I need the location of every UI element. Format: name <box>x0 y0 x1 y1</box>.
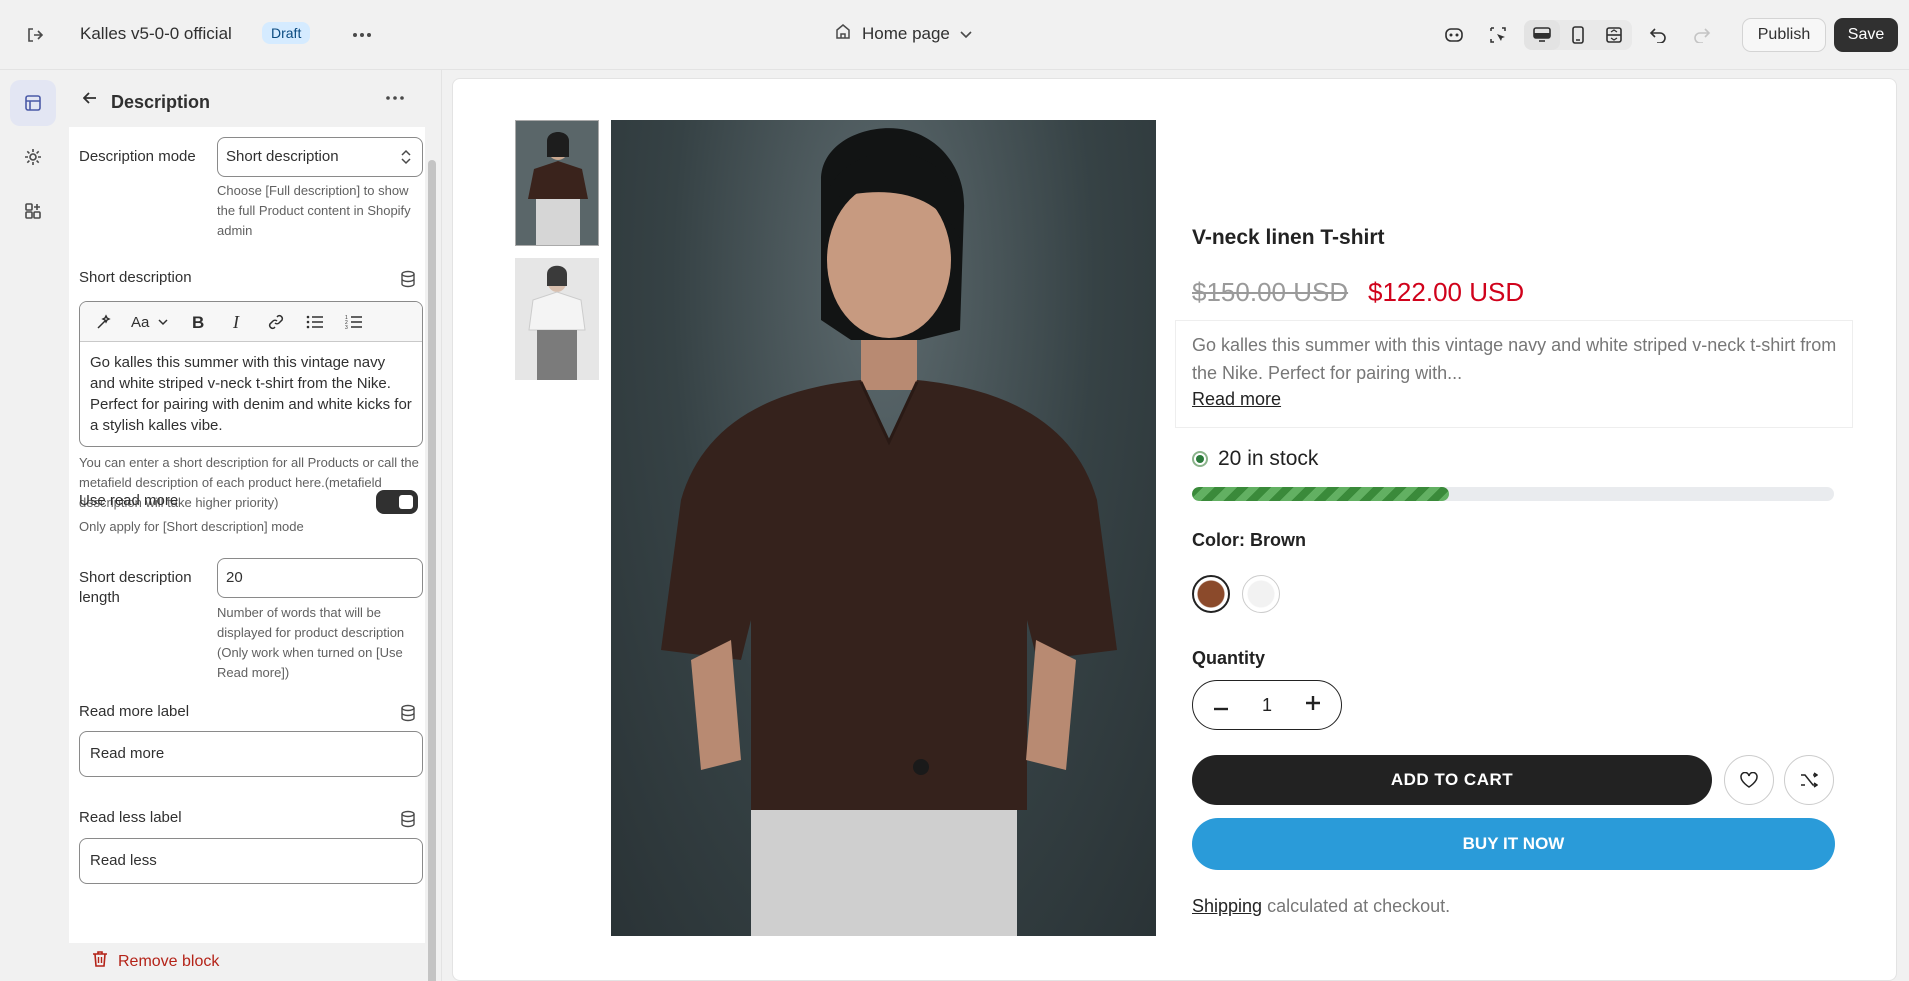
minus-icon[interactable] <box>1213 695 1229 716</box>
description-block[interactable]: Go kalles this summer with this vintage … <box>1176 321 1852 427</box>
compare-at-price: $150.00 USD <box>1192 277 1349 307</box>
plus-icon[interactable] <box>1305 695 1321 716</box>
remove-block-button[interactable]: Remove block <box>92 950 219 973</box>
text-style-icon[interactable]: Aa <box>129 308 173 336</box>
desktop-view-icon[interactable] <box>1524 20 1560 50</box>
product-thumbnail[interactable] <box>515 258 599 380</box>
back-arrow-icon[interactable] <box>78 86 102 110</box>
device-switcher <box>1524 20 1632 50</box>
color-swatch-brown[interactable] <box>1192 575 1230 613</box>
svg-text:B: B <box>192 314 204 330</box>
inspector-icon[interactable] <box>1480 20 1516 50</box>
quantity-value[interactable]: 1 <box>1262 695 1272 716</box>
editor-tools <box>1436 20 1720 50</box>
editor-content[interactable]: Go kalles this summer with this vintage … <box>80 342 422 446</box>
shipping-link[interactable]: Shipping <box>1192 896 1262 916</box>
chevron-down-icon <box>960 24 972 44</box>
stock-dot-icon <box>1192 451 1208 467</box>
description-mode-label: Description mode <box>79 148 196 165</box>
store-name: Kalles v5-0-0 official <box>80 24 232 43</box>
product-thumbnail[interactable] <box>515 120 599 246</box>
numbered-list-icon[interactable]: 123 <box>340 308 368 336</box>
short-description-label: Short description <box>79 269 192 286</box>
top-bar: Kalles v5-0-0 official Draft Home page P… <box>0 0 1909 70</box>
color-label: Color: Brown <box>1192 530 1306 550</box>
short-description-length-help: Number of words that will be displayed f… <box>217 605 405 680</box>
home-icon <box>834 22 852 45</box>
bullet-list-icon[interactable] <box>301 308 329 336</box>
remove-block-label: Remove block <box>118 952 220 970</box>
rich-text-editor[interactable]: Aa B I 123 Go kalles this summer with th… <box>79 301 423 447</box>
apps-icon[interactable] <box>10 188 56 234</box>
status-badge: Draft <box>262 22 311 44</box>
svg-text:3: 3 <box>345 325 348 330</box>
dynamic-source-icon[interactable] <box>399 810 417 828</box>
buy-it-now-button[interactable]: BUY IT NOW <box>1192 818 1835 870</box>
panel-title: Description <box>111 92 211 112</box>
ai-generate-icon[interactable] <box>90 308 118 336</box>
theme-settings-icon[interactable] <box>10 134 56 180</box>
sections-icon[interactable] <box>10 80 56 126</box>
shipping-text: calculated at checkout. <box>1262 896 1451 916</box>
product-title: V-neck linen T-shirt <box>1192 226 1385 249</box>
description-mode-help: Choose [Full description] to show the fu… <box>217 183 411 238</box>
read-more-link[interactable]: Read more <box>1192 389 1281 410</box>
store-preview: V-neck linen T-shirt $150.00 USD $122.00… <box>452 78 1897 981</box>
panel-body: Description mode Short description Choos… <box>69 127 425 943</box>
exit-icon[interactable] <box>22 22 48 48</box>
dynamic-source-icon[interactable] <box>399 704 417 722</box>
add-to-cart-button[interactable]: ADD TO CART <box>1192 755 1712 805</box>
link-icon[interactable] <box>262 308 290 336</box>
panel-header: Description <box>66 70 442 126</box>
quantity-stepper: 1 <box>1192 680 1342 730</box>
settings-panel: Description Description mode Short descr… <box>66 70 442 981</box>
read-less-label-label: Read less label <box>79 809 182 826</box>
redo-icon[interactable] <box>1684 20 1720 50</box>
product-description: Go kalles this summer with this vintage … <box>1192 335 1837 383</box>
svg-text:Aa: Aa <box>131 314 150 330</box>
use-read-more-toggle[interactable] <box>376 490 418 514</box>
wishlist-heart-icon[interactable] <box>1724 755 1774 805</box>
page-selector[interactable]: Home page <box>834 22 972 45</box>
stock-progress-bar <box>1192 487 1834 501</box>
description-mode-value: Short description <box>226 148 339 165</box>
quantity-label: Quantity <box>1192 648 1266 668</box>
short-description-length-label: Short description length <box>79 569 192 606</box>
stock-indicator: 20 in stock <box>1192 447 1318 471</box>
short-description-length-input[interactable]: 20 <box>217 558 423 598</box>
read-more-label-label: Read more label <box>79 703 190 720</box>
description-mode-select[interactable]: Short description <box>217 137 423 177</box>
color-swatch-white[interactable] <box>1242 575 1280 613</box>
stock-text: 20 in stock <box>1218 447 1319 470</box>
full-width-view-icon[interactable] <box>1596 20 1632 50</box>
left-rail <box>0 70 66 981</box>
read-more-label-input[interactable]: Read more <box>79 731 423 777</box>
dynamic-source-icon[interactable] <box>399 270 417 288</box>
undo-icon[interactable] <box>1640 20 1676 50</box>
read-less-label-input[interactable]: Read less <box>79 838 423 884</box>
panel-scrollbar[interactable] <box>428 160 436 981</box>
more-options-icon[interactable] <box>382 86 408 110</box>
sidekick-icon[interactable] <box>1436 20 1472 50</box>
page-select-label: Home page <box>862 23 950 43</box>
mobile-view-icon[interactable] <box>1560 20 1596 50</box>
save-button[interactable]: Save <box>1834 18 1898 52</box>
italic-icon[interactable]: I <box>223 308 251 336</box>
shipping-note: Shipping calculated at checkout. <box>1192 896 1450 917</box>
use-read-more-help: Only apply for [Short description] mode <box>79 519 304 534</box>
stock-progress-fill <box>1192 487 1449 501</box>
bold-icon[interactable]: B <box>184 308 212 336</box>
trash-icon <box>92 950 108 973</box>
more-actions-icon[interactable] <box>348 22 376 48</box>
sale-price: $122.00 USD <box>1368 277 1525 307</box>
svg-text:I: I <box>232 314 240 330</box>
compare-shuffle-icon[interactable] <box>1784 755 1834 805</box>
editor-toolbar: Aa B I 123 <box>80 302 422 342</box>
publish-button[interactable]: Publish <box>1742 18 1826 52</box>
select-arrows-icon <box>400 148 412 170</box>
use-read-more-label: Use read more <box>79 492 179 509</box>
product-image <box>611 120 1156 936</box>
